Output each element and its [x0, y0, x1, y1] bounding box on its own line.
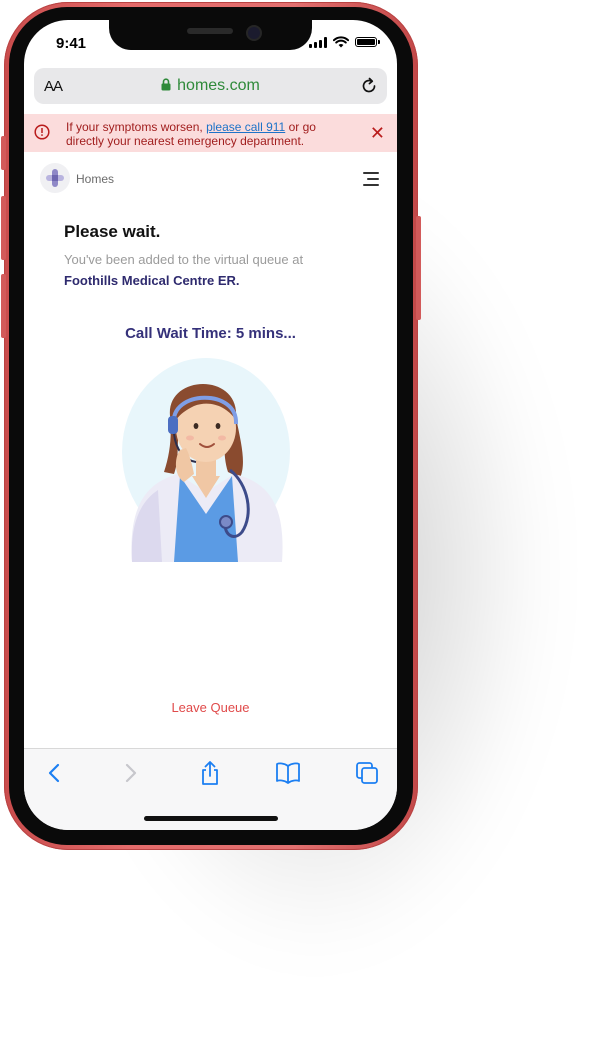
close-alert-button[interactable]: ✕ — [370, 124, 385, 142]
doctor-illustration — [122, 358, 290, 562]
leave-queue-button[interactable]: Leave Queue — [24, 700, 397, 715]
url-display[interactable]: homes.com — [34, 77, 387, 95]
reload-icon[interactable] — [359, 76, 379, 96]
back-button[interactable] — [40, 759, 68, 787]
hamburger-menu-icon[interactable] — [363, 172, 379, 190]
queue-subtitle: You've been added to the virtual queue a… — [64, 252, 304, 267]
facility-name: Foothills Medical Centre ER. — [64, 273, 240, 288]
alert-circle-icon — [34, 124, 50, 140]
brand-name[interactable]: Homes — [76, 172, 114, 186]
forward-button[interactable] — [117, 759, 145, 787]
call-wait-time: Call Wait Time: 5 mins... — [125, 325, 296, 342]
phone-screen: 9:41 AA homes.com If your symptoms worse… — [24, 20, 397, 830]
bookmarks-button[interactable] — [274, 759, 302, 787]
battery-icon — [355, 37, 380, 47]
camera-notch — [109, 20, 312, 50]
back-icon — [48, 763, 60, 783]
call-911-link[interactable]: please call 911 — [206, 120, 285, 134]
phone-side-button — [1, 196, 6, 260]
phone-side-button — [1, 274, 6, 338]
lock-icon — [161, 78, 171, 91]
phone-side-button — [1, 136, 6, 170]
alert-message: If your symptoms worsen, please call 911… — [66, 120, 338, 148]
front-camera — [246, 25, 262, 41]
emergency-alert-banner: If your symptoms worsen, please call 911… — [24, 114, 397, 152]
bookmarks-icon — [276, 762, 300, 784]
wifi-icon — [333, 36, 349, 48]
speaker-grille — [187, 28, 233, 34]
share-icon — [202, 761, 218, 785]
cellular-signal-icon — [309, 36, 327, 48]
phone-side-button — [416, 216, 421, 320]
share-button[interactable] — [196, 759, 224, 787]
url-text: homes.com — [177, 77, 260, 94]
site-header: Homes — [24, 160, 397, 200]
logo-icon[interactable] — [40, 163, 70, 193]
page-title: Please wait. — [64, 222, 161, 241]
home-indicator[interactable] — [144, 816, 278, 821]
address-bar[interactable]: AA homes.com — [34, 68, 387, 104]
tabs-button[interactable] — [353, 759, 381, 787]
forward-icon — [125, 763, 137, 783]
status-time: 9:41 — [56, 35, 87, 52]
status-icons — [309, 36, 380, 48]
tabs-icon — [356, 762, 378, 784]
alert-text-before: If your symptoms worsen, — [66, 120, 203, 134]
